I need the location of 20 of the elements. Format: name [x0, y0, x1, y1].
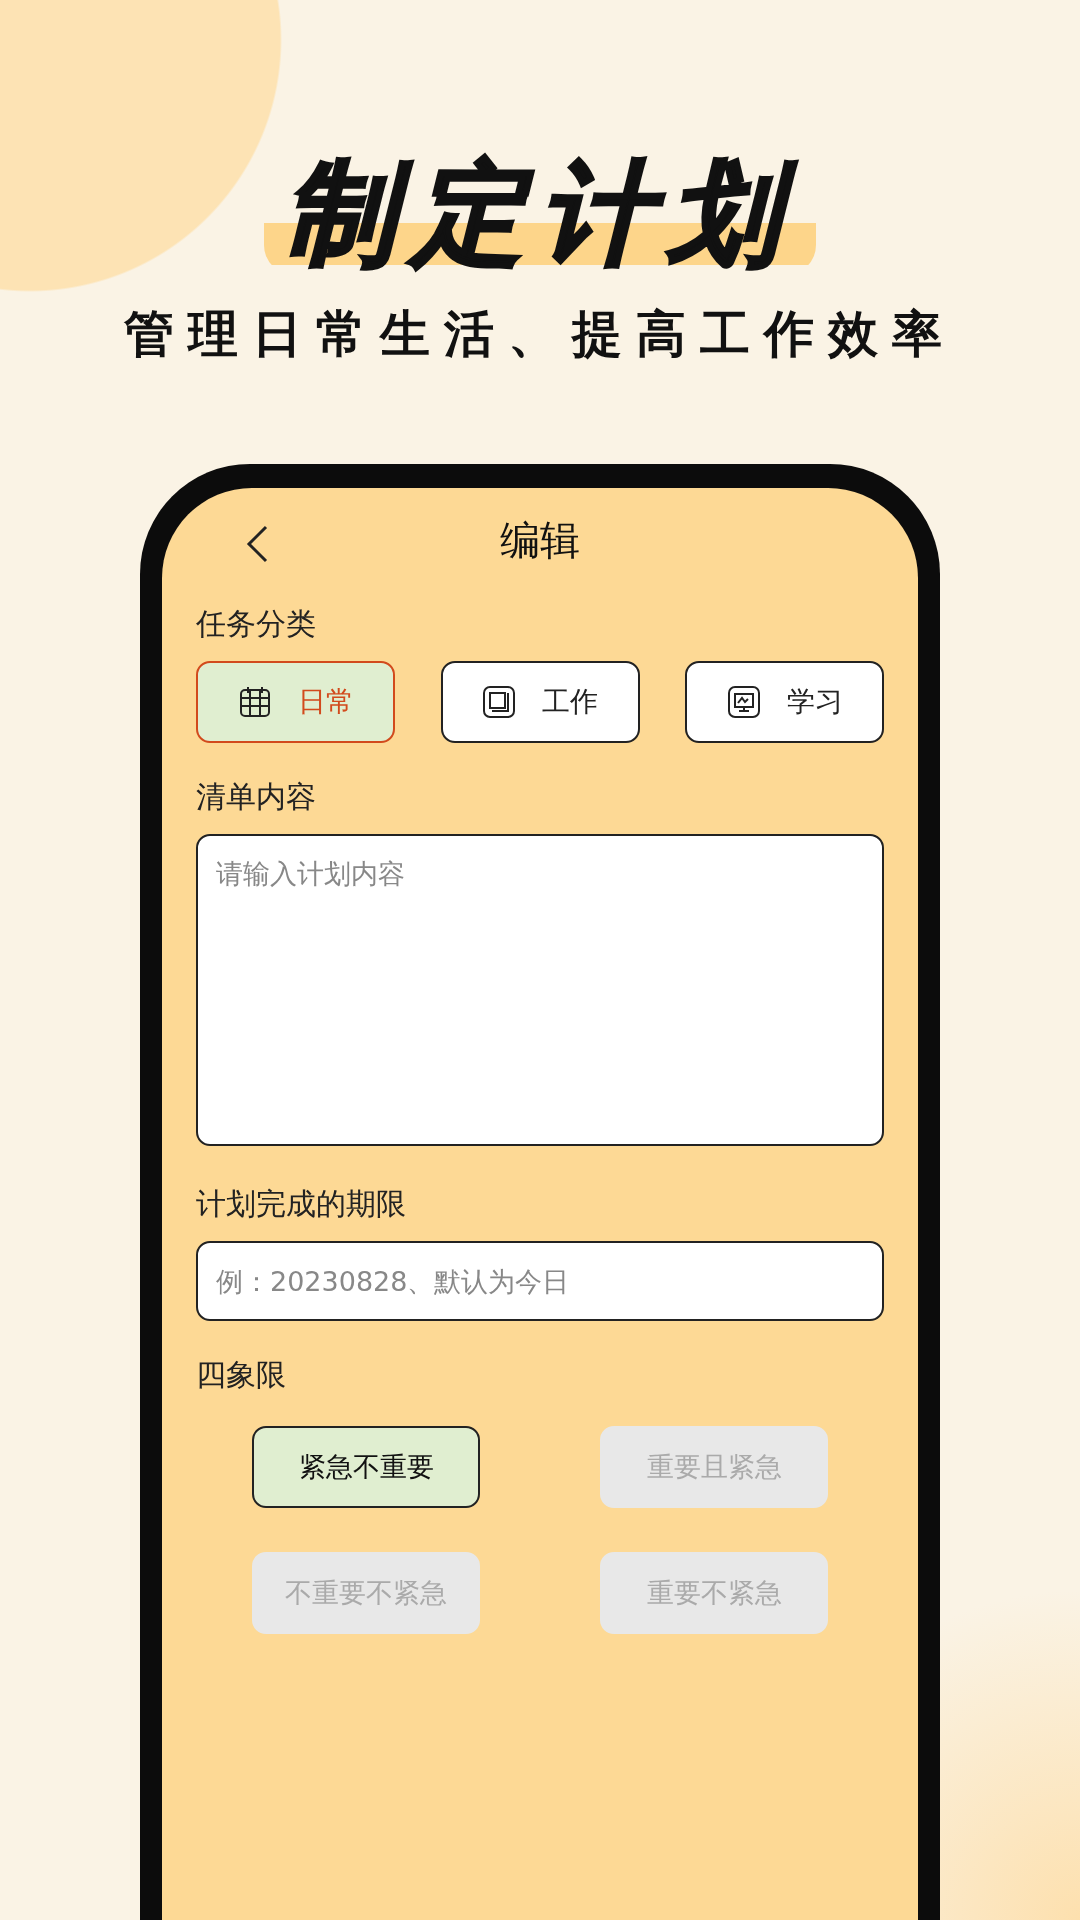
- section-label: 清单内容: [196, 778, 317, 817]
- stacked-card-icon: [482, 685, 516, 720]
- quadrant-button[interactable]: 不重要不紧急: [252, 1552, 480, 1635]
- quadrant-button[interactable]: 重要且紧急: [600, 1426, 828, 1509]
- content-field[interactable]: 请输入计划内容: [196, 834, 884, 1147]
- deadline-field[interactable]: 例：20230828、默认为今日: [196, 1241, 884, 1322]
- section-label: 任务分类: [196, 605, 317, 644]
- quadrant-button[interactable]: 紧急不重要: [252, 1426, 480, 1509]
- screen-title: 编辑: [500, 515, 580, 565]
- calendar-icon: [237, 685, 272, 720]
- quadrant-button[interactable]: 重要不紧急: [600, 1552, 828, 1635]
- headline: 制定计划: [264, 152, 816, 276]
- category-button[interactable]: 日常: [196, 661, 395, 744]
- monitor-icon: [726, 685, 761, 720]
- section-label: 四象限: [196, 1356, 287, 1395]
- subtitle: 管理日常生活、提高工作效率: [124, 304, 956, 366]
- back-icon[interactable]: [244, 524, 270, 565]
- category-button[interactable]: 工作: [440, 661, 640, 744]
- category-button[interactable]: 学习: [685, 661, 884, 744]
- section-label: 计划完成的期限: [196, 1185, 407, 1224]
